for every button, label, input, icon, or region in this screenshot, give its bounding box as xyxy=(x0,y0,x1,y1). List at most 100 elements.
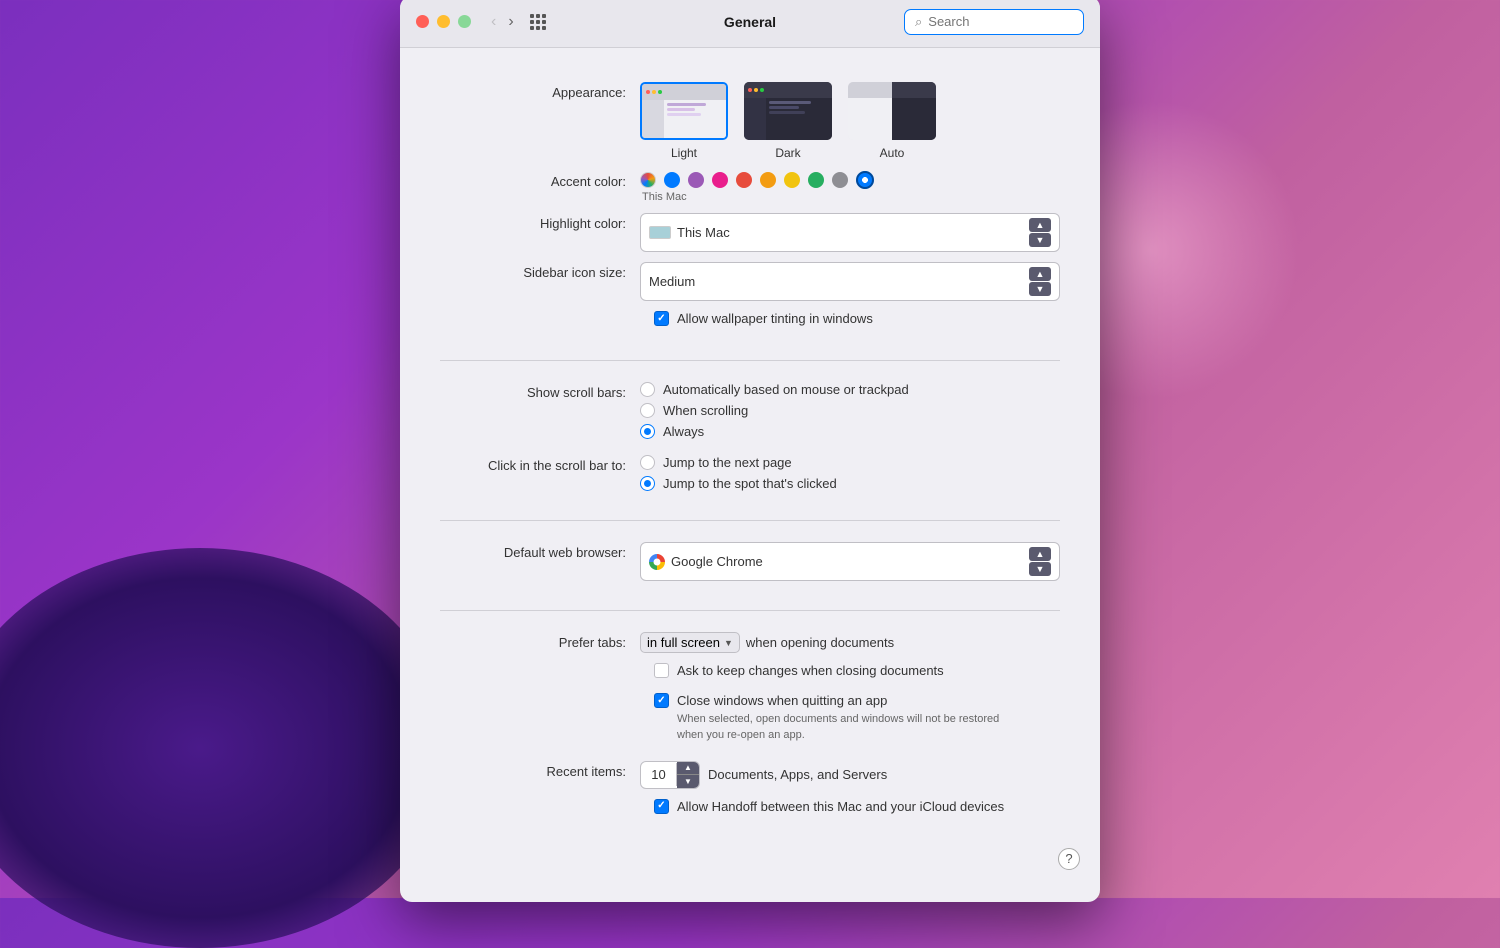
sidebar-icon-size-stepper[interactable]: ▲ ▼ xyxy=(1029,267,1051,296)
highlight-color-dropdown[interactable]: This Mac ▲ ▼ xyxy=(640,213,1060,252)
thumb-dot-yellow xyxy=(652,90,656,94)
stepper-down[interactable]: ▼ xyxy=(1029,233,1051,247)
recent-items-label: Recent items: xyxy=(440,761,640,781)
browser-section: Default web browser: Google Chrome ▲ ▼ xyxy=(400,529,1100,602)
thumb-dot-green xyxy=(658,90,662,94)
accent-color-content: This Mac xyxy=(640,171,1060,203)
scroll-when-radio[interactable] xyxy=(640,403,655,418)
maximize-button[interactable] xyxy=(458,15,471,28)
grid-icon[interactable] xyxy=(530,14,546,30)
help-button[interactable]: ? xyxy=(1058,848,1080,870)
section-divider-2 xyxy=(440,520,1060,521)
highlight-color-row: Highlight color: This Mac ▲ ▼ xyxy=(400,208,1100,257)
back-button[interactable]: ‹ xyxy=(487,12,500,32)
grid-dot xyxy=(542,14,546,18)
accent-yellow[interactable] xyxy=(784,172,800,188)
accent-multicolor[interactable] xyxy=(640,172,656,188)
thumb-line xyxy=(667,113,701,116)
accent-blue[interactable] xyxy=(664,172,680,188)
accent-pink[interactable] xyxy=(712,172,728,188)
show-scroll-bars-row: Show scroll bars: Automatically based on… xyxy=(400,377,1100,444)
allow-handoff-checkbox[interactable]: ✓ xyxy=(654,799,669,814)
stepper-up[interactable]: ▲ xyxy=(1029,267,1051,281)
nav-arrows: ‹ › xyxy=(487,12,518,32)
jump-spot-radio[interactable] xyxy=(640,476,655,491)
close-windows-wrapper: ✓ Close windows when quitting an app Whe… xyxy=(654,693,999,743)
stepper-down[interactable]: ▼ xyxy=(1029,282,1051,296)
jump-next-radio-row: Jump to the next page xyxy=(640,455,1060,470)
appearance-option-auto[interactable]: Auto xyxy=(848,82,936,160)
thumb-line xyxy=(769,106,799,109)
ask-keep-changes-label: Ask to keep changes when closing documen… xyxy=(677,663,944,678)
close-windows-checkbox-row: ✓ Close windows when quitting an app xyxy=(654,693,999,708)
accent-this-mac[interactable] xyxy=(856,171,874,189)
close-button[interactable] xyxy=(416,15,429,28)
prefer-tabs-value: in full screen xyxy=(647,635,720,650)
auto-thumb-left-body xyxy=(848,98,892,140)
thumb-dot-yellow xyxy=(754,88,758,92)
click-scroll-bar-row: Click in the scroll bar to: Jump to the … xyxy=(400,450,1100,496)
default-browser-value: Google Chrome xyxy=(671,554,1023,569)
recent-items-row: Recent items: 10 ▲ ▼ Documents, Apps, an… xyxy=(400,756,1100,794)
search-box[interactable]: ⌕ xyxy=(904,9,1084,35)
accent-red[interactable] xyxy=(736,172,752,188)
forward-button[interactable]: › xyxy=(504,12,517,32)
prefer-tabs-dropdown[interactable]: in full screen ▼ xyxy=(640,632,740,653)
minimize-button[interactable] xyxy=(437,15,450,28)
window-title: General xyxy=(724,14,776,30)
grid-dot xyxy=(542,26,546,30)
close-windows-row: ✓ Close windows when quitting an app Whe… xyxy=(400,688,1100,748)
section-divider-3 xyxy=(440,610,1060,611)
auto-thumb-right-bar xyxy=(892,82,936,98)
thumb-traffic xyxy=(646,90,662,94)
stepper-up[interactable]: ▲ xyxy=(1029,218,1051,232)
recent-items-up[interactable]: ▲ xyxy=(677,762,699,775)
close-windows-sub-label: When selected, open documents and window… xyxy=(654,712,999,743)
light-thumb-sidebar xyxy=(642,100,664,140)
auto-thumb-left-bar xyxy=(848,82,892,98)
wallpaper-tinting-checkbox-row: ✓ Allow wallpaper tinting in windows xyxy=(654,311,873,326)
default-browser-label: Default web browser: xyxy=(440,542,640,562)
jump-next-radio[interactable] xyxy=(640,455,655,470)
stepper-down[interactable]: ▼ xyxy=(1029,562,1051,576)
dark-thumb-sidebar xyxy=(744,98,766,140)
recent-items-inline: 10 ▲ ▼ Documents, Apps, and Servers xyxy=(640,761,1060,789)
appearance-option-dark[interactable]: Dark xyxy=(744,82,832,160)
accent-graphite[interactable] xyxy=(832,172,848,188)
light-thumb-bar xyxy=(642,84,726,100)
help-row: ? xyxy=(400,840,1100,878)
scroll-auto-label: Automatically based on mouse or trackpad xyxy=(663,382,909,397)
appearance-option-light[interactable]: Light xyxy=(640,82,728,160)
appearance-options: Light xyxy=(640,82,1060,160)
recent-items-down[interactable]: ▼ xyxy=(677,775,699,788)
highlight-color-content: This Mac ▲ ▼ xyxy=(640,213,1060,252)
wallpaper-tinting-row: ✓ Allow wallpaper tinting in windows xyxy=(400,306,1100,336)
close-windows-checkbox[interactable]: ✓ xyxy=(654,693,669,708)
scroll-auto-radio[interactable] xyxy=(640,382,655,397)
accent-green[interactable] xyxy=(808,172,824,188)
default-browser-dropdown[interactable]: Google Chrome ▲ ▼ xyxy=(640,542,1060,581)
light-thumb-main xyxy=(664,100,726,140)
search-input[interactable] xyxy=(928,14,1073,29)
highlight-color-value: This Mac xyxy=(677,225,1023,240)
accent-orange[interactable] xyxy=(760,172,776,188)
checkbox-check: ✓ xyxy=(657,696,665,706)
highlight-color-label: Highlight color: xyxy=(440,213,640,233)
prefer-tabs-inline-row: in full screen ▼ when opening documents xyxy=(640,632,1060,653)
dark-thumb-body xyxy=(744,98,832,140)
accent-row-wrapper: This Mac xyxy=(640,171,1060,203)
ask-keep-changes-checkbox[interactable] xyxy=(654,663,669,678)
close-windows-label: Close windows when quitting an app xyxy=(677,693,887,708)
browser-stepper[interactable]: ▲ ▼ xyxy=(1029,547,1051,576)
highlight-color-stepper[interactable]: ▲ ▼ xyxy=(1029,218,1051,247)
stepper-up[interactable]: ▲ xyxy=(1029,547,1051,561)
scroll-always-label: Always xyxy=(663,424,704,439)
appearance-option-light-label: Light xyxy=(671,146,697,160)
accent-purple[interactable] xyxy=(688,172,704,188)
recent-items-stepper[interactable]: 10 ▲ ▼ xyxy=(640,761,700,789)
wallpaper-tinting-checkbox[interactable]: ✓ xyxy=(654,311,669,326)
prefer-tabs-arrow-icon: ▼ xyxy=(724,638,733,648)
scroll-always-radio[interactable] xyxy=(640,424,655,439)
sidebar-icon-size-content: Medium ▲ ▼ xyxy=(640,262,1060,301)
sidebar-icon-size-dropdown[interactable]: Medium ▲ ▼ xyxy=(640,262,1060,301)
